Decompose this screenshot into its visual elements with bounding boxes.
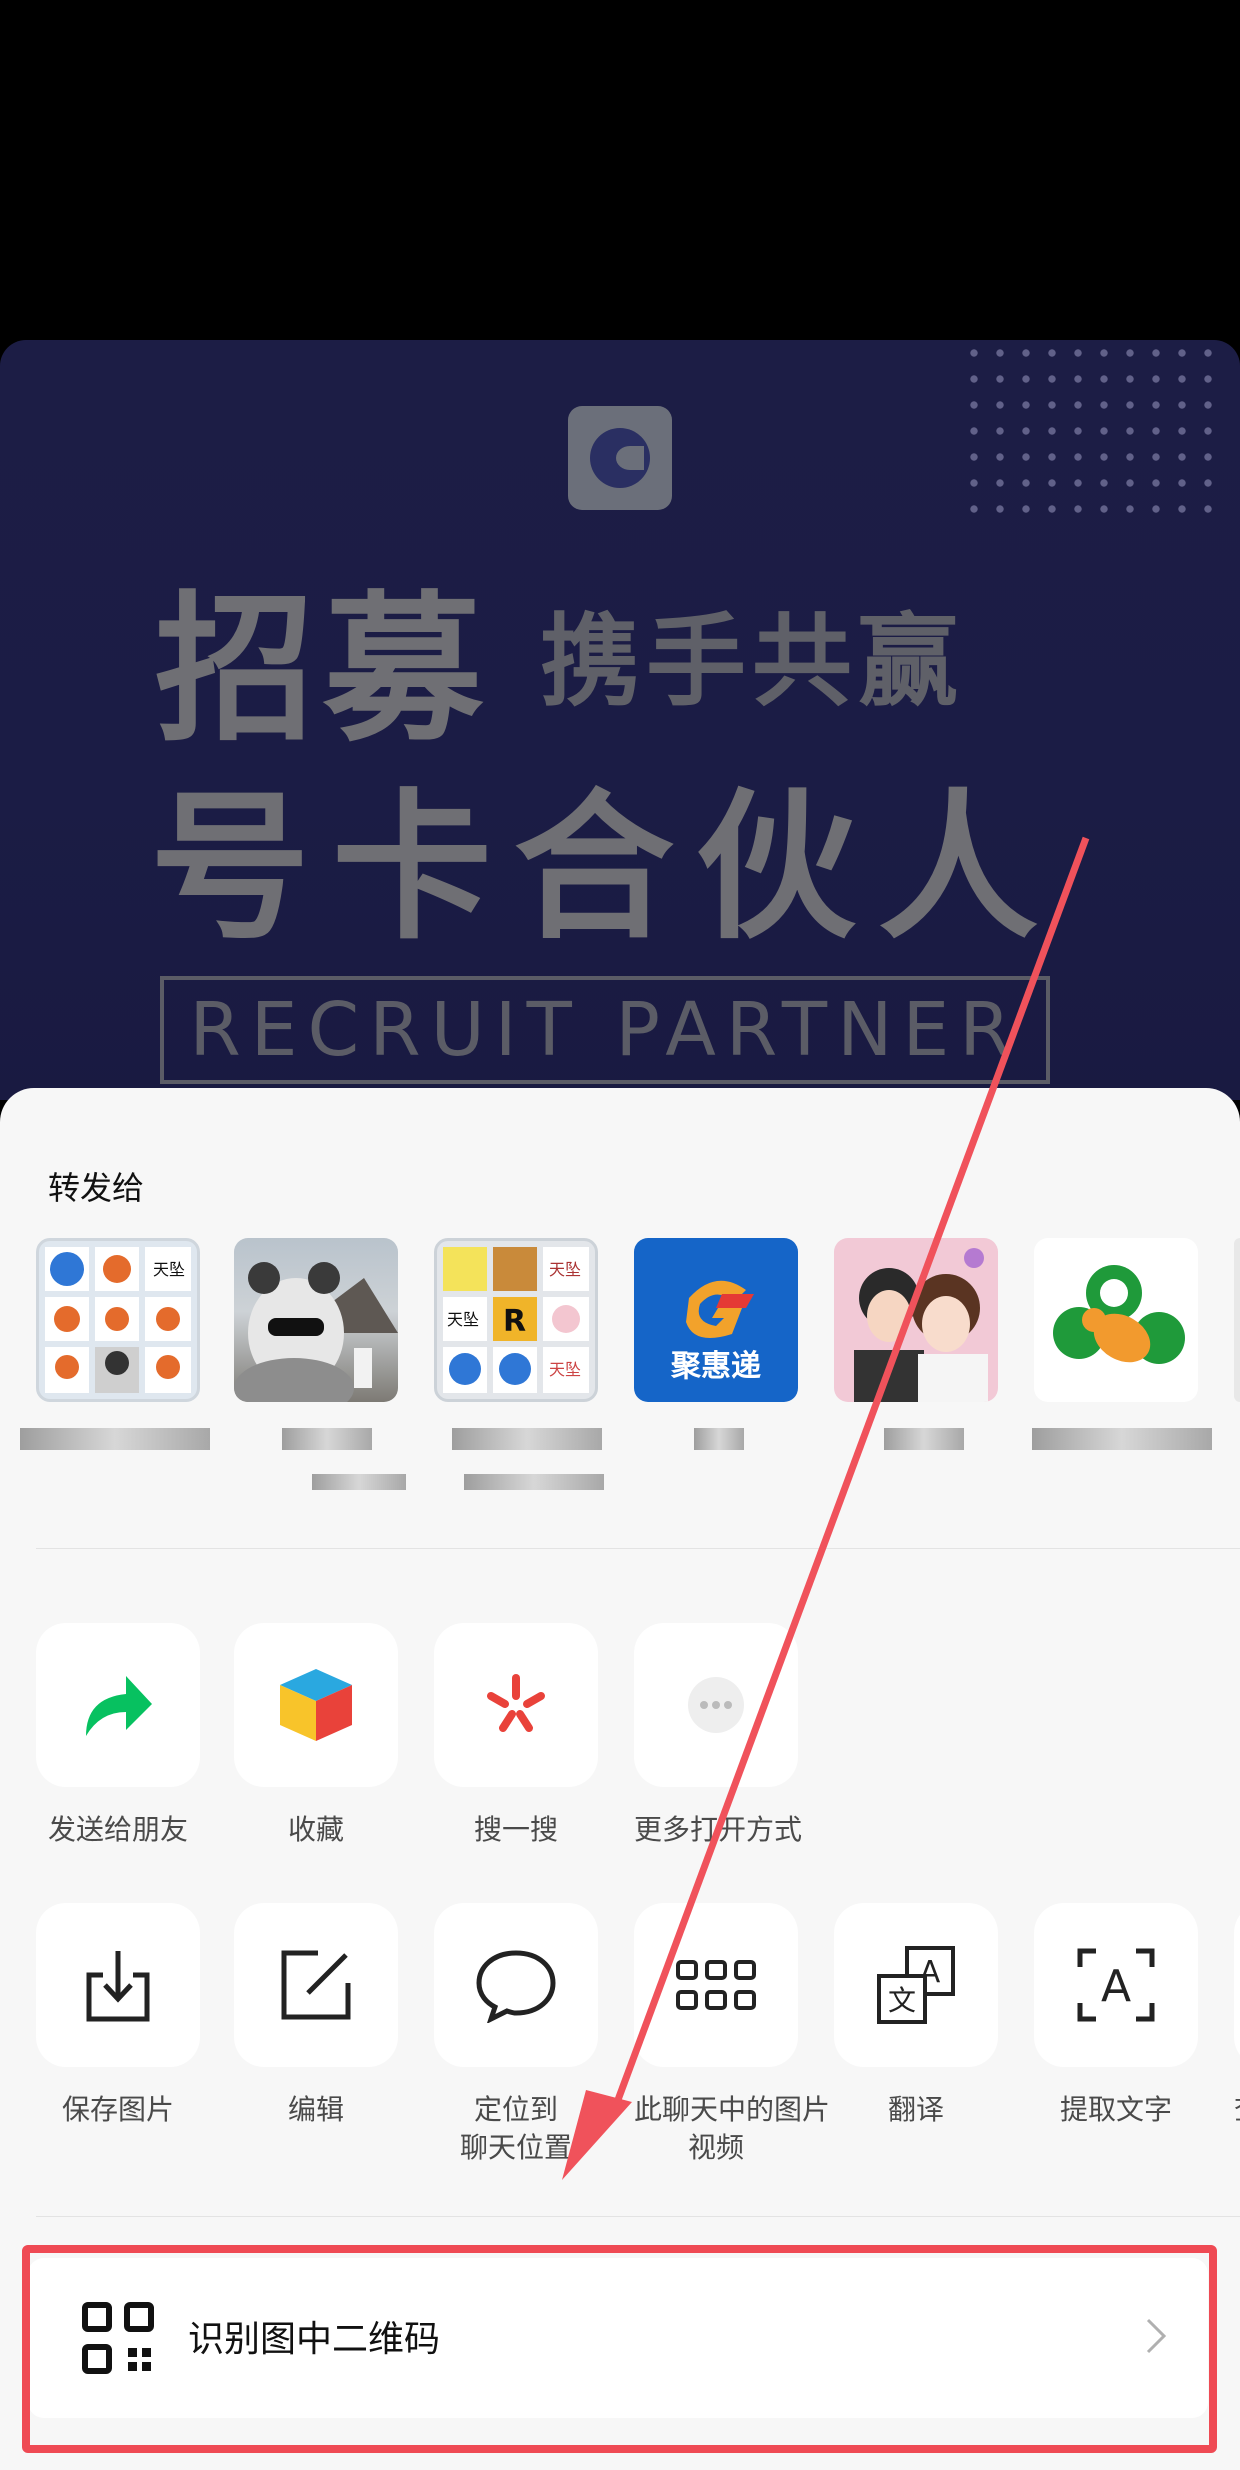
annotation-arrow — [562, 836, 1090, 2180]
